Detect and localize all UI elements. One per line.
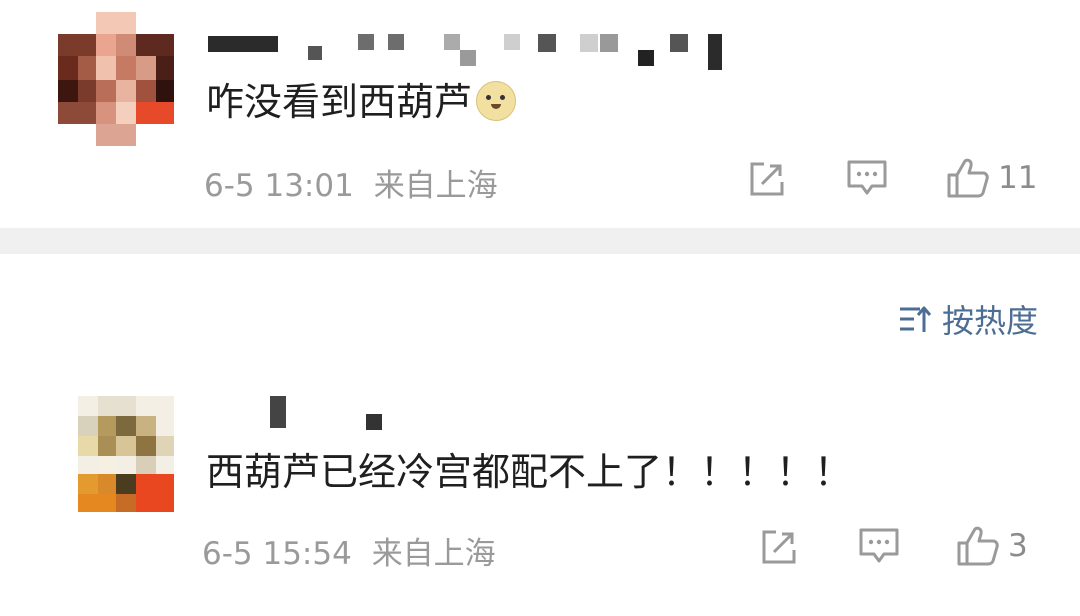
avatar[interactable] <box>58 12 174 146</box>
thumbs-up-icon <box>947 158 989 198</box>
username[interactable] <box>208 396 408 436</box>
sort-label: 按热度 <box>941 302 1038 340</box>
comment-meta: 6-5 15:54 来自上海 <box>202 528 496 573</box>
like-count: 11 <box>998 160 1038 196</box>
username[interactable] <box>208 32 728 72</box>
comment-icon <box>859 528 899 563</box>
comment-date: 6-5 15:54 <box>202 536 352 572</box>
comment-button[interactable] <box>858 526 900 566</box>
thumbs-up-icon <box>957 526 999 566</box>
share-button[interactable] <box>748 160 786 198</box>
share-button[interactable] <box>760 528 798 566</box>
section-divider <box>0 228 1080 254</box>
avatar[interactable] <box>78 396 174 512</box>
like-count: 3 <box>1008 528 1028 564</box>
doge-emoji-icon <box>476 81 517 121</box>
share-icon <box>750 162 784 196</box>
sort-by-hot-button[interactable]: 按热度 <box>898 296 1038 342</box>
comment-text: 西葫芦已经冷宫都配不上了！！！！！ <box>206 450 853 494</box>
like-button[interactable]: 11 <box>946 156 1037 200</box>
comment-text: 咋没看到西葫芦 <box>206 78 517 126</box>
comment-meta: 6-5 13:01 来自上海 <box>204 160 498 205</box>
like-button[interactable]: 3 <box>956 524 1028 568</box>
comment-text-content: 咋没看到西葫芦 <box>206 80 473 124</box>
comment-button[interactable] <box>846 158 888 198</box>
comment-date: 6-5 13:01 <box>204 168 354 204</box>
comment-location: 来自上海 <box>373 168 498 204</box>
comment-location: 来自上海 <box>371 536 496 572</box>
share-icon <box>762 530 796 564</box>
comment-icon <box>847 160 887 195</box>
sort-icon <box>899 306 932 332</box>
